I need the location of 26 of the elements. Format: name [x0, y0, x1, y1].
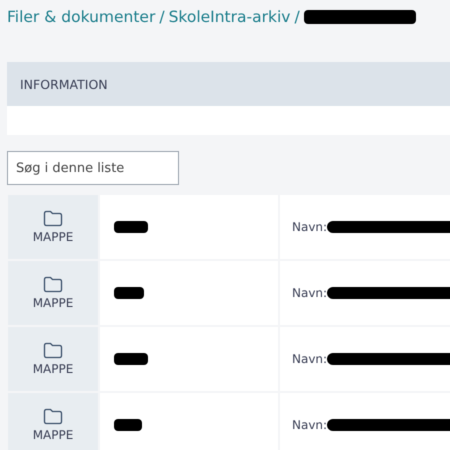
- breadcrumb-link[interactable]: Filer & dokumenter: [7, 8, 156, 26]
- type-label: MAPPE: [32, 296, 74, 310]
- breadcrumb-link[interactable]: SkoleIntra-arkiv: [168, 8, 290, 26]
- folder-icon: [43, 210, 63, 227]
- folder-icon: [43, 276, 63, 293]
- name-label: Navn:: [292, 220, 328, 234]
- redaction-mark: [114, 353, 148, 365]
- folder-icon: [43, 342, 63, 359]
- redaction-mark: [114, 287, 144, 299]
- panel-title: INFORMATION: [20, 76, 108, 92]
- folder-cell[interactable]: MAPPE: [8, 261, 98, 325]
- breadcrumb-separator: /: [294, 8, 300, 26]
- redaction-mark: [114, 221, 148, 233]
- search-field[interactable]: Søg i denne liste: [7, 151, 179, 185]
- folder-cell[interactable]: MAPPE: [8, 393, 98, 450]
- type-label: MAPPE: [32, 362, 74, 376]
- redaction-mark: [114, 419, 142, 431]
- type-label: MAPPE: [32, 428, 74, 442]
- name-label: Navn:: [292, 418, 328, 432]
- folder-icon: [43, 408, 63, 425]
- folder-cell[interactable]: MAPPE: [8, 195, 98, 259]
- breadcrumb-separator: /: [159, 8, 165, 26]
- folder-cell[interactable]: MAPPE: [8, 327, 98, 391]
- name-label: Navn:: [292, 286, 328, 300]
- name-label: Navn:: [292, 352, 328, 366]
- type-label: MAPPE: [32, 230, 74, 244]
